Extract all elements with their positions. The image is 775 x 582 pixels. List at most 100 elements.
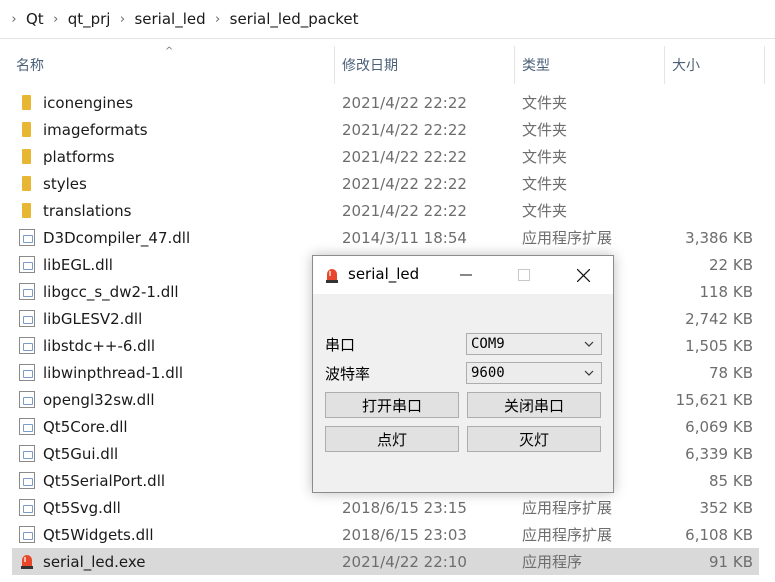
folder-icon <box>22 176 31 191</box>
dll-icon <box>19 445 35 462</box>
file-row[interactable]: serial_led.exe 2021/4/22 22:10 应用程序 91 KB <box>12 548 759 575</box>
close-icon[interactable] <box>554 256 612 294</box>
folder-icon <box>22 122 31 137</box>
file-row[interactable]: D3Dcompiler_47.dll 2014/3/11 18:54 应用程序扩展 3… <box>12 224 759 251</box>
column-divider[interactable] <box>664 46 665 84</box>
dll-icon <box>19 229 35 246</box>
file-row[interactable]: platforms 2021/4/22 22:22 文件夹 <box>12 143 759 170</box>
file-size: 118 KB <box>699 282 753 301</box>
file-name: Qt5Svg.dll <box>43 498 121 517</box>
file-size: 15,621 KB <box>675 390 753 409</box>
file-name: opengl32sw.dll <box>43 390 155 409</box>
file-date: 2021/4/22 22:22 <box>342 93 467 112</box>
file-size: 22 KB <box>709 255 753 274</box>
file-size: 6,069 KB <box>685 417 753 436</box>
folder-icon <box>22 203 31 218</box>
file-name: libstdc++-6.dll <box>43 336 156 355</box>
minimize-icon[interactable] <box>437 256 495 294</box>
file-name: platforms <box>43 147 115 166</box>
port-select-value: COM9 <box>471 336 505 352</box>
file-size: 91 KB <box>709 552 753 571</box>
file-type: 文件夹 <box>522 94 568 112</box>
file-name: Qt5Core.dll <box>43 417 128 436</box>
chevron-down-icon <box>584 341 594 347</box>
file-type: 文件夹 <box>522 121 568 139</box>
file-date: 2018/6/15 23:15 <box>342 498 467 517</box>
folder-icon <box>22 149 31 164</box>
file-name: libgcc_s_dw2-1.dll <box>43 282 179 301</box>
breadcrumb-item-qt[interactable]: Qt <box>22 10 48 28</box>
dll-icon <box>19 337 35 354</box>
open-port-button[interactable]: 打开串口 <box>325 392 459 418</box>
dll-icon <box>19 391 35 408</box>
breadcrumb-item-serial-led[interactable]: serial_led <box>130 10 209 28</box>
maximize-icon[interactable] <box>495 256 553 294</box>
led-app-icon <box>326 269 338 283</box>
file-type: 文件夹 <box>522 202 568 220</box>
column-date[interactable]: 修改日期 <box>342 46 512 84</box>
file-size: 3,386 KB <box>685 228 753 247</box>
breadcrumb: › Qt › qt_prj › serial_led › serial_led_… <box>0 0 775 39</box>
serial-led-dialog: serial_led 串口 COM9 波特率 9600 打开串口 关闭串口 点灯… <box>312 255 614 493</box>
baud-select[interactable]: 9600 <box>466 362 602 384</box>
baud-label: 波特率 <box>325 365 371 383</box>
breadcrumb-item-qt-prj[interactable]: qt_prj <box>64 10 115 28</box>
file-type: 应用程序扩展 <box>522 229 613 247</box>
file-type: 文件夹 <box>522 175 568 193</box>
dll-icon <box>19 499 35 516</box>
file-type: 应用程序 <box>522 553 583 571</box>
file-date: 2021/4/22 22:22 <box>342 174 467 193</box>
dll-icon <box>19 526 35 543</box>
file-size: 85 KB <box>709 471 753 490</box>
file-date: 2014/3/11 18:54 <box>342 228 467 247</box>
file-date: 2021/4/22 22:10 <box>342 552 467 571</box>
dll-icon <box>19 256 35 273</box>
file-date: 2021/4/22 22:22 <box>342 201 467 220</box>
column-type[interactable]: 类型 <box>522 46 662 84</box>
file-date: 2021/4/22 22:22 <box>342 147 467 166</box>
file-name: translations <box>43 201 132 220</box>
dll-icon <box>19 310 35 327</box>
dll-icon <box>19 364 35 381</box>
dll-icon <box>19 418 35 435</box>
file-row[interactable]: iconengines 2021/4/22 22:22 文件夹 <box>12 89 759 116</box>
chevron-right-icon[interactable]: › <box>210 12 226 27</box>
file-name: serial_led.exe <box>43 552 146 571</box>
column-divider[interactable] <box>514 46 515 84</box>
close-port-button[interactable]: 关闭串口 <box>467 392 601 418</box>
file-name: iconengines <box>43 93 134 112</box>
file-size: 78 KB <box>709 363 753 382</box>
dialog-titlebar[interactable]: serial_led <box>313 256 613 294</box>
file-name: libEGL.dll <box>43 255 113 274</box>
file-name: D3Dcompiler_47.dll <box>43 228 191 247</box>
file-type: 应用程序扩展 <box>522 526 613 544</box>
file-row[interactable]: Qt5Svg.dll 2018/6/15 23:15 应用程序扩展 352 KB <box>12 494 759 521</box>
column-divider[interactable] <box>334 46 335 84</box>
file-row[interactable]: Qt5Widgets.dll 2018/6/15 23:03 应用程序扩展 6,108… <box>12 521 759 548</box>
breadcrumb-item-serial-led-packet[interactable]: serial_led_packet <box>226 10 363 28</box>
folder-icon <box>22 95 31 110</box>
port-select[interactable]: COM9 <box>466 333 602 355</box>
chevron-right-icon[interactable]: › <box>6 12 22 27</box>
column-name[interactable]: 名称 <box>16 46 332 84</box>
chevron-right-icon[interactable]: › <box>114 12 130 27</box>
dialog-title: serial_led <box>348 265 420 283</box>
file-type: 应用程序扩展 <box>522 499 613 517</box>
file-size: 6,108 KB <box>685 525 753 544</box>
file-size: 352 KB <box>699 498 753 517</box>
file-name: libwinpthread-1.dll <box>43 363 184 382</box>
file-row[interactable]: translations 2021/4/22 22:22 文件夹 <box>12 197 759 224</box>
file-row[interactable]: styles 2021/4/22 22:22 文件夹 <box>12 170 759 197</box>
file-row[interactable]: imageformats 2021/4/22 22:22 文件夹 <box>12 116 759 143</box>
light-off-button[interactable]: 灭灯 <box>467 426 601 452</box>
file-type: 文件夹 <box>522 148 568 166</box>
column-size[interactable]: 大小 <box>672 46 762 84</box>
light-on-button[interactable]: 点灯 <box>325 426 459 452</box>
file-date: 2018/6/15 23:03 <box>342 525 467 544</box>
port-label: 串口 <box>325 336 356 354</box>
column-divider[interactable] <box>764 46 765 84</box>
chevron-down-icon <box>584 370 594 376</box>
file-name: Qt5Widgets.dll <box>43 525 154 544</box>
chevron-right-icon[interactable]: › <box>48 12 64 27</box>
file-size: 6,339 KB <box>685 444 753 463</box>
